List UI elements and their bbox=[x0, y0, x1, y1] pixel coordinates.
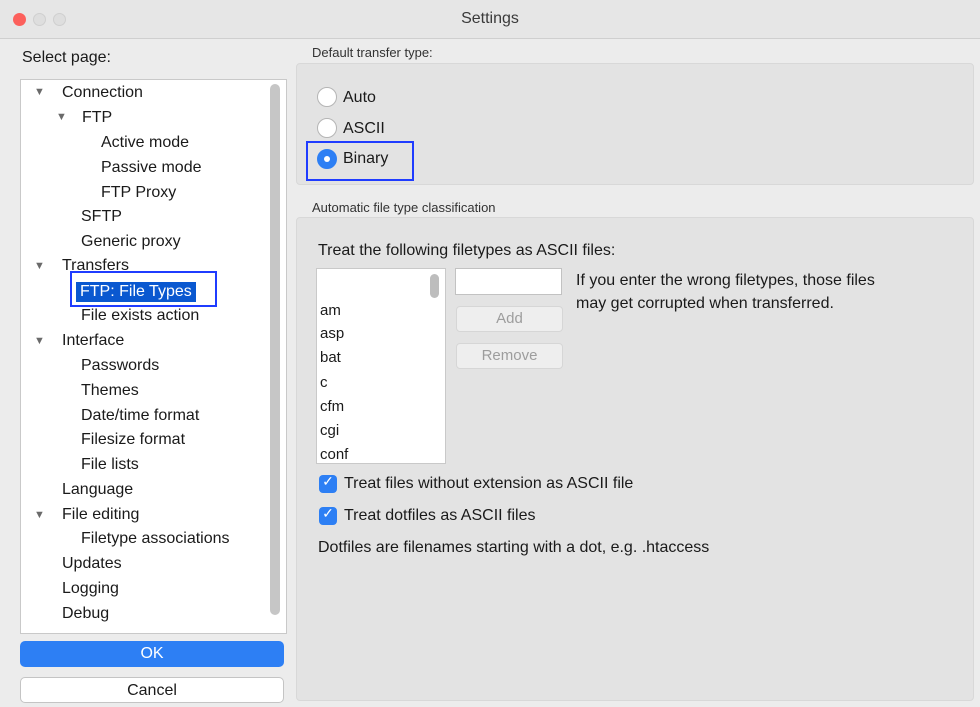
transfer-type-heading: Default transfer type: bbox=[312, 45, 433, 60]
warning-line-2: may get corrupted when transferred. bbox=[576, 295, 834, 312]
tree-item-file-editing[interactable]: File editing bbox=[62, 506, 139, 524]
tree-item-language[interactable]: Language bbox=[62, 481, 133, 499]
tree-item-sftp[interactable]: SFTP bbox=[81, 208, 122, 226]
radio-binary-label: Binary bbox=[343, 150, 389, 167]
radio-ascii-label: ASCII bbox=[343, 120, 385, 137]
tree-item-logging[interactable]: Logging bbox=[62, 580, 119, 598]
disclosure-triangle-icon[interactable]: ▼ bbox=[34, 509, 45, 521]
list-item[interactable]: cgi bbox=[320, 422, 339, 439]
list-item[interactable]: cfm bbox=[320, 398, 344, 415]
checkmark-icon: ✓ bbox=[322, 505, 334, 521]
tree-item-active-mode[interactable]: Active mode bbox=[101, 134, 189, 152]
checkmark-icon: ✓ bbox=[322, 473, 334, 489]
tree-item-ftp[interactable]: FTP bbox=[82, 109, 112, 127]
tree-item-datetime-format[interactable]: Date/time format bbox=[81, 407, 199, 425]
radio-ascii[interactable] bbox=[317, 118, 337, 138]
disclosure-triangle-icon[interactable]: ▼ bbox=[34, 260, 45, 272]
ok-button[interactable]: OK bbox=[20, 641, 284, 667]
disclosure-triangle-icon[interactable]: ▼ bbox=[34, 335, 45, 347]
tree-item-file-lists[interactable]: File lists bbox=[81, 456, 139, 474]
add-button[interactable]: Add bbox=[456, 306, 563, 332]
list-item[interactable]: am bbox=[320, 302, 341, 319]
classification-heading: Automatic file type classification bbox=[312, 200, 496, 215]
list-item[interactable]: c bbox=[320, 374, 328, 391]
cancel-button[interactable]: Cancel bbox=[20, 677, 284, 703]
checkbox-dotfiles[interactable]: ✓ bbox=[319, 505, 337, 525]
checkbox-dotfiles-label: Treat dotfiles as ASCII files bbox=[344, 507, 536, 524]
tree-item-passive-mode[interactable]: Passive mode bbox=[101, 159, 202, 177]
tree-item-interface[interactable]: Interface bbox=[62, 332, 124, 350]
list-item[interactable]: conf bbox=[320, 446, 348, 463]
radio-binary[interactable] bbox=[317, 149, 337, 169]
ascii-filetypes-list[interactable]: am asp bat c cfm cgi conf bbox=[316, 268, 446, 464]
title-bar: Settings bbox=[0, 0, 980, 39]
tree-item-debug[interactable]: Debug bbox=[62, 605, 109, 623]
window-title: Settings bbox=[461, 10, 519, 27]
treat-filetypes-label: Treat the following filetypes as ASCII f… bbox=[318, 242, 616, 259]
checkbox-no-extension-label: Treat files without extension as ASCII f… bbox=[344, 475, 634, 492]
disclosure-triangle-icon[interactable]: ▼ bbox=[34, 86, 45, 98]
warning-line-1: If you enter the wrong filetypes, those … bbox=[576, 272, 875, 289]
tree-scrollbar[interactable] bbox=[270, 84, 280, 615]
tree-item-file-exists-action[interactable]: File exists action bbox=[81, 307, 199, 325]
radio-auto-label: Auto bbox=[343, 89, 376, 106]
remove-button[interactable]: Remove bbox=[456, 343, 563, 369]
list-item[interactable]: asp bbox=[320, 325, 344, 342]
tree-item-ftp-proxy[interactable]: FTP Proxy bbox=[101, 184, 176, 202]
radio-auto[interactable] bbox=[317, 87, 337, 107]
list-item[interactable]: bat bbox=[320, 349, 341, 366]
dotfiles-note: Dotfiles are filenames starting with a d… bbox=[318, 539, 710, 556]
disclosure-triangle-icon[interactable]: ▼ bbox=[56, 111, 67, 123]
select-page-label: Select page: bbox=[22, 49, 111, 66]
tree-item-filetype-associations[interactable]: Filetype associations bbox=[81, 530, 230, 548]
tree-item-themes[interactable]: Themes bbox=[81, 382, 139, 400]
settings-tree[interactable]: ▼ Connection ▼ FTP Active mode Passive m… bbox=[20, 79, 287, 634]
checkbox-no-extension[interactable]: ✓ bbox=[319, 473, 337, 493]
tree-item-ftp-file-types[interactable]: FTP: File Types bbox=[76, 282, 196, 302]
new-filetype-input[interactable] bbox=[455, 268, 562, 295]
tree-item-updates[interactable]: Updates bbox=[62, 555, 122, 573]
list-scrollbar[interactable] bbox=[430, 274, 439, 298]
tree-item-connection[interactable]: Connection bbox=[62, 84, 143, 102]
tree-item-filesize-format[interactable]: Filesize format bbox=[81, 431, 185, 449]
tree-item-generic-proxy[interactable]: Generic proxy bbox=[81, 233, 181, 251]
tree-item-passwords[interactable]: Passwords bbox=[81, 357, 159, 375]
